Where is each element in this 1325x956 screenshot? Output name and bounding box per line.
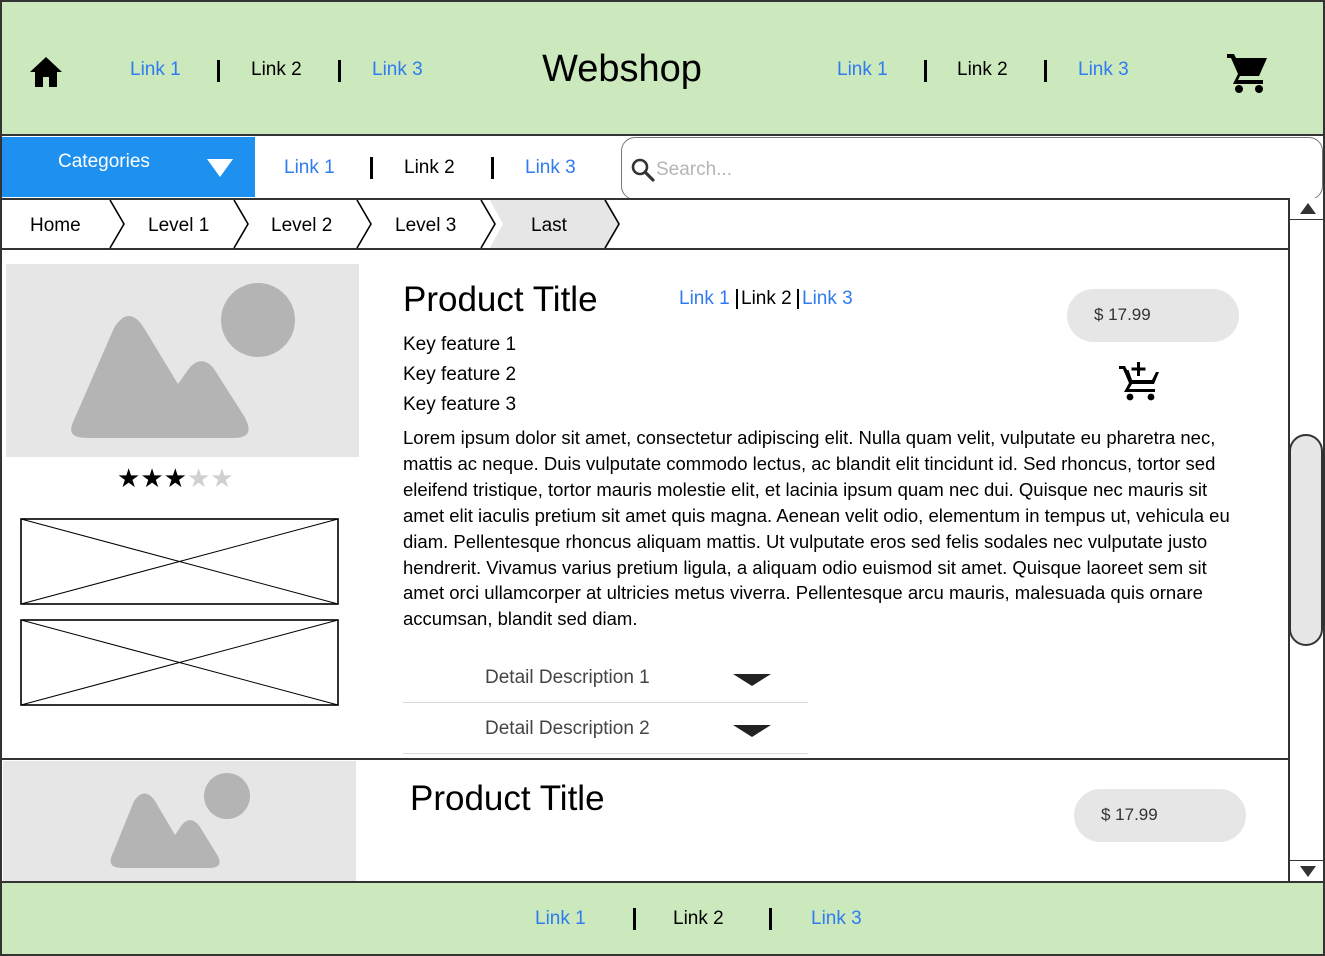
- breadcrumb-home[interactable]: Home: [30, 215, 81, 237]
- categories-label: Categories: [58, 151, 150, 172]
- scroll-up-button[interactable]: [1288, 198, 1323, 220]
- chevron-down-icon: [733, 725, 771, 737]
- product-title[interactable]: Product Title: [410, 779, 605, 819]
- separator: [797, 289, 799, 309]
- scroll-down-button[interactable]: [1288, 860, 1323, 882]
- separator: [736, 289, 738, 309]
- search-input[interactable]: [656, 156, 1296, 184]
- star-filled-icon: ★: [140, 463, 164, 493]
- product-link-3[interactable]: Link 3: [802, 288, 853, 310]
- breadcrumb-level-3[interactable]: Level 3: [395, 215, 456, 237]
- separator: [1044, 60, 1047, 82]
- star-empty-icon: ★: [186, 463, 211, 493]
- footer-link-1[interactable]: Link 1: [535, 908, 586, 930]
- product-link-1[interactable]: Link 1: [679, 288, 730, 310]
- thumbnail-placeholder-1[interactable]: [20, 518, 340, 606]
- brand-title[interactable]: Webshop: [2, 48, 1242, 91]
- subnav-link-2[interactable]: Link 2: [404, 157, 455, 179]
- breadcrumb-last: Last: [531, 215, 567, 236]
- detail-accordion-1[interactable]: Detail Description 1: [403, 653, 808, 703]
- separator: [491, 157, 494, 179]
- price-badge: $ 17.99: [1067, 289, 1239, 342]
- header-right-link-1[interactable]: Link 1: [837, 59, 888, 81]
- separator: [370, 157, 373, 179]
- header-right-link-3[interactable]: Link 3: [1078, 59, 1129, 81]
- star-filled-icon: ★: [163, 463, 187, 493]
- subnav-link-1[interactable]: Link 1: [284, 157, 335, 179]
- separator: [924, 60, 927, 82]
- arrow-down-icon: [1300, 866, 1316, 877]
- scrollbar-thumb[interactable]: [1289, 434, 1323, 646]
- arrow-up-icon: [1300, 203, 1316, 214]
- product-image[interactable]: [6, 264, 359, 457]
- breadcrumb-level-2[interactable]: Level 2: [271, 215, 332, 237]
- breadcrumb: Home Level 1 Level 2 Level 3 Last: [0, 198, 1288, 250]
- add-to-cart-icon[interactable]: [1118, 360, 1160, 402]
- footer-link-2[interactable]: Link 2: [673, 908, 724, 930]
- breadcrumb-level-1[interactable]: Level 1: [148, 215, 209, 237]
- shopping-cart-icon[interactable]: [1225, 50, 1271, 94]
- detail-label: Detail Description 2: [485, 718, 650, 739]
- subnav-link-3[interactable]: Link 3: [525, 157, 576, 179]
- image-placeholder-icon: [110, 773, 250, 868]
- footer-link-3[interactable]: Link 3: [811, 908, 862, 930]
- header-right-link-2[interactable]: Link 2: [957, 59, 1008, 81]
- product-description: Lorem ipsum dolor sit amet, consectetur …: [403, 427, 1230, 630]
- product-link-2[interactable]: Link 2: [741, 288, 792, 310]
- separator: [633, 908, 636, 930]
- site-header: Link 1 Link 2 Link 3 Webshop Link 1 Link…: [2, 2, 1323, 136]
- product-title[interactable]: Product Title: [403, 280, 598, 320]
- thumbnail-placeholder-2[interactable]: [20, 619, 340, 707]
- product-divider: [2, 758, 1288, 760]
- chevron-down-icon: [733, 674, 771, 686]
- separator: [769, 908, 772, 930]
- site-footer: Link 1 Link 2 Link 3: [2, 881, 1323, 954]
- search-box: [621, 137, 1323, 200]
- star-empty-icon: ★: [210, 463, 234, 493]
- detail-accordion-2[interactable]: Detail Description 2: [403, 704, 808, 754]
- star-filled-icon: ★: [117, 463, 141, 493]
- search-icon[interactable]: [630, 157, 656, 183]
- price-badge: $ 17.99: [1074, 789, 1246, 842]
- product-image[interactable]: [3, 761, 356, 881]
- triangle-down-icon: [207, 159, 233, 177]
- categories-dropdown[interactable]: Categories: [2, 137, 255, 197]
- key-feature: Key feature 2: [403, 364, 517, 385]
- key-feature: Key feature 1: [403, 334, 517, 355]
- key-feature: Key feature 3: [403, 394, 517, 415]
- detail-label: Detail Description 1: [485, 667, 650, 688]
- rating-stars: ★★★★★: [117, 463, 234, 494]
- image-placeholder-icon: [71, 283, 295, 438]
